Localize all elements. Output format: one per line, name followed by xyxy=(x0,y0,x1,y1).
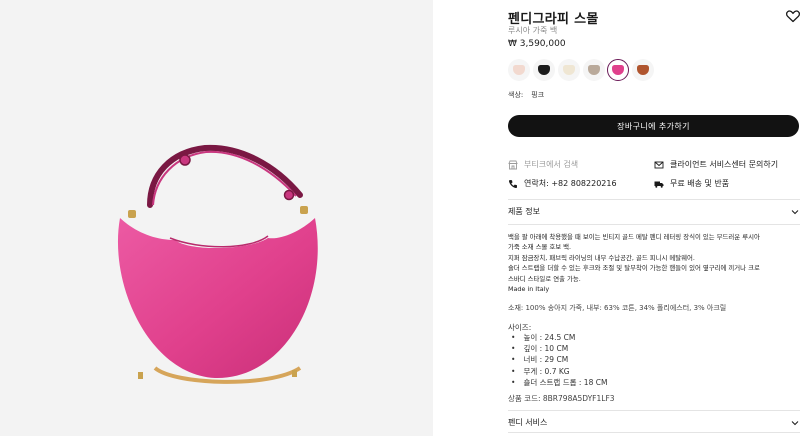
bag-thumbnail-icon xyxy=(612,65,624,75)
size-item: 깊이 : 10 CM xyxy=(511,343,607,354)
product-info-panel: 펜디그라피 스몰 루시아 가죽 백 ₩ 3,590,000 색상: 핑크 장바구니… xyxy=(508,0,800,436)
size-item: 너비 : 29 CM xyxy=(511,354,607,365)
description-line: Made in Italy xyxy=(508,285,550,294)
swatch-taupe[interactable] xyxy=(583,59,605,81)
color-swatches xyxy=(508,59,668,83)
bag-thumbnail-icon xyxy=(513,65,525,75)
description-line: 지퍼 잠금장치, 패브릭 라이닝의 내부 수납공간, 골드 피니시 메탈웨어. xyxy=(508,253,695,262)
description-line: 가죽 소재 스몰 호보 백. xyxy=(508,243,572,252)
mail-icon xyxy=(654,160,664,170)
size-list: 높이 : 24.5 CM 깊이 : 10 CM 너비 : 29 CM 무게 : … xyxy=(511,332,607,388)
bag-thumbnail-icon xyxy=(538,65,550,75)
phone-contact[interactable]: 연락처: +82 808220216 xyxy=(508,178,617,189)
boutique-search-link[interactable]: 부티크에서 검색 xyxy=(508,159,578,170)
product-description: 백을 팔 아래에 착용했을 때 보이는 빈티지 골드 메탈 펜디 레터링 장식이… xyxy=(508,232,800,294)
product-image-panel[interactable] xyxy=(0,0,433,436)
store-icon xyxy=(508,160,518,170)
color-value: 핑크 xyxy=(531,91,545,99)
description-line: 백을 팔 아래에 착용했을 때 보이는 빈티지 골드 메탈 펜디 레터링 장식이… xyxy=(508,233,760,241)
product-info-heading: 제품 정보 xyxy=(508,207,540,216)
bag-thumbnail-icon xyxy=(563,65,575,75)
size-item: 높이 : 24.5 CM xyxy=(511,332,607,343)
client-service-link[interactable]: 클라이언트 서비스센터 문의하기 xyxy=(654,159,778,170)
truck-icon xyxy=(654,179,664,189)
swatch-brown[interactable] xyxy=(632,59,654,81)
swatch-light-pink[interactable] xyxy=(508,59,530,81)
divider xyxy=(508,199,800,200)
product-price: ₩ 3,590,000 xyxy=(508,39,566,49)
product-material: 소재: 100% 송아지 가죽, 내부: 63% 코튼, 34% 폴리에스터, … xyxy=(508,304,727,312)
product-info-toggle[interactable]: 제품 정보 xyxy=(508,206,800,217)
bag-thumbnail-icon xyxy=(588,65,600,75)
swatch-pink[interactable] xyxy=(607,59,629,81)
bag-thumbnail-icon xyxy=(637,65,649,75)
title-row: 펜디그라피 스몰 xyxy=(508,8,800,27)
product-subtitle: 루시아 가죽 백 xyxy=(508,26,558,35)
fendi-services-heading: 펜디 서비스 xyxy=(508,418,548,427)
swatch-black[interactable] xyxy=(533,59,555,81)
divider xyxy=(508,410,800,411)
description-line: 스바디 스타일로 연출 가능. xyxy=(508,274,581,283)
product-image xyxy=(117,144,318,384)
add-to-cart-button[interactable]: 장바구니에 추가하기 xyxy=(508,115,799,137)
divider xyxy=(508,432,800,433)
description-line: 숄더 스트랩을 더할 수 있는 후크와 조절 및 탈부착이 가능한 핸들이 있어… xyxy=(508,264,760,273)
swatch-cream[interactable] xyxy=(558,59,580,81)
phone-icon xyxy=(508,179,518,189)
heart-icon[interactable] xyxy=(785,8,800,24)
size-item: 무게 : 0.7 KG xyxy=(511,366,607,377)
product-code: 상품 코드: 8BR798A5DYF1LF3 xyxy=(508,394,615,403)
divider xyxy=(508,224,800,225)
selected-color: 색상: 핑크 xyxy=(508,90,544,100)
size-item: 숄더 스트랩 드롭 : 18 CM xyxy=(511,377,607,388)
fendi-services-toggle[interactable]: 펜디 서비스 xyxy=(508,417,800,428)
free-shipping-link[interactable]: 무료 배송 및 반품 xyxy=(654,178,729,189)
chevron-down-icon xyxy=(791,209,799,214)
chevron-down-icon xyxy=(791,420,799,425)
color-label: 색상: xyxy=(508,91,524,99)
